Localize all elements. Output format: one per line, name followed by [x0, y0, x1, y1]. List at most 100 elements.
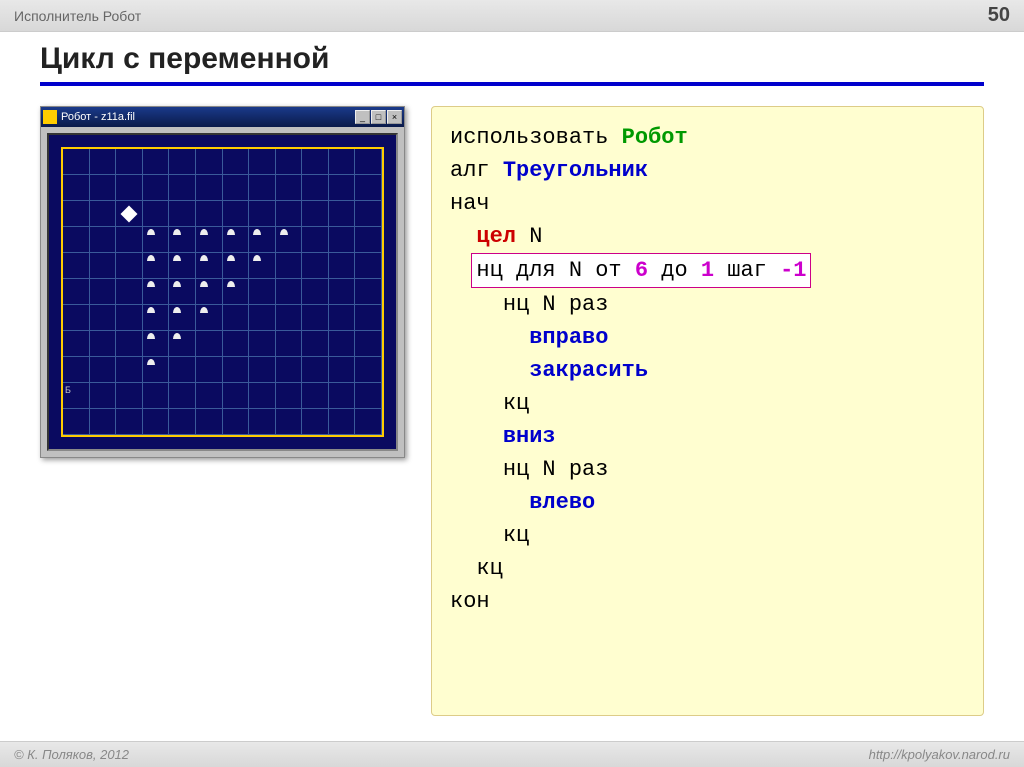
maximize-button[interactable]: □ [371, 110, 386, 124]
grid-cell [90, 227, 117, 253]
grid-cell [355, 201, 382, 227]
code-line-7: вправо [450, 321, 965, 354]
grid-cell [196, 409, 223, 435]
grid-cell: Б [63, 383, 90, 409]
code-line-9: кц [450, 387, 965, 420]
grid-cell [223, 201, 250, 227]
robot-titlebar: Робот - z11a.fil _ □ × [41, 107, 404, 127]
painted-cell-icon [200, 307, 208, 313]
grid-cell [329, 305, 356, 331]
grid-cell [196, 305, 223, 331]
grid-cell [276, 409, 303, 435]
grid-cell [223, 149, 250, 175]
grid-cell [63, 331, 90, 357]
painted-cell-icon [147, 359, 155, 365]
grid-cell [143, 305, 170, 331]
grid-cell [223, 357, 250, 383]
grid-cell [116, 409, 143, 435]
grid-cell [90, 175, 117, 201]
grid-cell [276, 383, 303, 409]
grid-cell [90, 149, 117, 175]
code-line-2: алг Треугольник [450, 154, 965, 187]
grid-cell [63, 305, 90, 331]
grid-cell [169, 409, 196, 435]
grid-cell [63, 357, 90, 383]
robot-title: Робот - z11a.fil [61, 111, 351, 123]
grid-cell [63, 279, 90, 305]
grid-cell [90, 409, 117, 435]
grid-cell [116, 201, 143, 227]
grid-cell [90, 331, 117, 357]
grid-cell [355, 383, 382, 409]
grid-cell [223, 383, 250, 409]
robot-canvas: Б [41, 127, 404, 457]
painted-cell-icon [147, 333, 155, 339]
painted-cell-icon [200, 229, 208, 235]
grid-cell [143, 175, 170, 201]
code-line-10: вниз [450, 420, 965, 453]
url-label: http://kpolyakov.narod.ru [869, 747, 1010, 762]
painted-cell-icon [173, 333, 181, 339]
grid-cell [355, 409, 382, 435]
painted-cell-icon [147, 307, 155, 313]
close-button[interactable]: × [387, 110, 402, 124]
grid-cell [302, 305, 329, 331]
painted-cell-icon [227, 281, 235, 287]
code-line-6: нц N раз [450, 288, 965, 321]
grid-cell [196, 227, 223, 253]
grid-cell [249, 201, 276, 227]
grid-cell [143, 383, 170, 409]
grid-cell [143, 227, 170, 253]
grid-cell [196, 383, 223, 409]
code-line-4: цел N [450, 220, 965, 253]
grid-cell [169, 253, 196, 279]
grid-cell [63, 409, 90, 435]
grid-cell [329, 175, 356, 201]
grid-cell [116, 383, 143, 409]
grid-cell [249, 149, 276, 175]
grid-cell [249, 279, 276, 305]
grid-cell [302, 383, 329, 409]
grid-cell [329, 357, 356, 383]
grid-cell [143, 253, 170, 279]
grid-cell [355, 357, 382, 383]
app-icon [43, 110, 57, 124]
grid-cell [355, 331, 382, 357]
grid-cell [223, 227, 250, 253]
grid-cell [329, 279, 356, 305]
painted-cell-icon [200, 255, 208, 261]
grid-cell [276, 175, 303, 201]
code-line-3: нач [450, 187, 965, 220]
grid-cell [116, 279, 143, 305]
grid-cell [329, 253, 356, 279]
painted-cell-icon [280, 229, 288, 235]
grid-cell [196, 175, 223, 201]
grid-cell [249, 331, 276, 357]
grid-cell [276, 253, 303, 279]
grid-cell [223, 279, 250, 305]
grid-cell [249, 357, 276, 383]
painted-cell-icon [173, 229, 181, 235]
grid-cell [90, 253, 117, 279]
minimize-button[interactable]: _ [355, 110, 370, 124]
grid-cell [249, 227, 276, 253]
grid-cell [90, 383, 117, 409]
painted-cell-icon [147, 255, 155, 261]
grid-cell [355, 305, 382, 331]
grid-cell [302, 279, 329, 305]
grid-cell [196, 279, 223, 305]
grid-cell [143, 331, 170, 357]
grid-cell [249, 253, 276, 279]
grid-cell [249, 175, 276, 201]
grid-cell [223, 253, 250, 279]
grid-cell [169, 331, 196, 357]
grid-cell [116, 331, 143, 357]
slide-title: Цикл с переменной [40, 42, 984, 86]
grid-cell [329, 201, 356, 227]
code-line-11: нц N раз [450, 453, 965, 486]
painted-cell-icon [173, 307, 181, 313]
grid-cell [329, 383, 356, 409]
grid-cell [143, 279, 170, 305]
grid-cell [329, 409, 356, 435]
grid-cell [276, 201, 303, 227]
